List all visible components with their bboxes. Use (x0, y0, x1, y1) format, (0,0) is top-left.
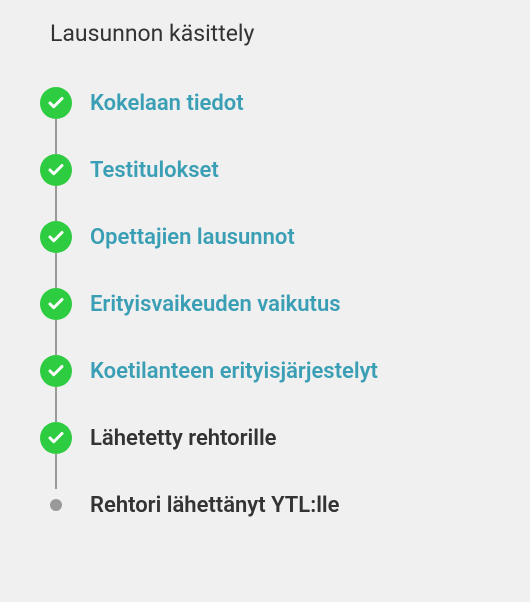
checkmark-icon (40, 288, 72, 320)
checkmark-icon (40, 87, 72, 119)
step-link[interactable]: Testitulokset (90, 158, 219, 183)
step-item: Erityisvaikeuden vaikutus (40, 288, 490, 320)
checkmark-icon (40, 355, 72, 387)
checkmark-icon (40, 221, 72, 253)
checkmark-icon (40, 154, 72, 186)
step-link[interactable]: Opettajien lausunnot (90, 225, 295, 250)
step-item: Testitulokset (40, 154, 490, 186)
step-item: Kokelaan tiedot (40, 87, 490, 119)
step-item: Lähetetty rehtorille (40, 422, 490, 454)
step-item: Rehtori lähettänyt YTL:lle (40, 489, 490, 521)
step-label: Rehtori lähettänyt YTL:lle (90, 493, 339, 518)
page-title: Lausunnon käsittely (50, 20, 490, 47)
steps-list: Kokelaan tiedot Testitulokset Opettajien… (40, 87, 490, 521)
step-link[interactable]: Erityisvaikeuden vaikutus (90, 292, 341, 317)
step-link[interactable]: Kokelaan tiedot (90, 91, 244, 116)
checkmark-icon (40, 422, 72, 454)
step-item: Opettajien lausunnot (40, 221, 490, 253)
step-label: Lähetetty rehtorille (90, 426, 277, 451)
step-link[interactable]: Koetilanteen erityisjärjestelyt (90, 359, 378, 384)
dot-icon (40, 489, 72, 521)
step-item: Koetilanteen erityisjärjestelyt (40, 355, 490, 387)
